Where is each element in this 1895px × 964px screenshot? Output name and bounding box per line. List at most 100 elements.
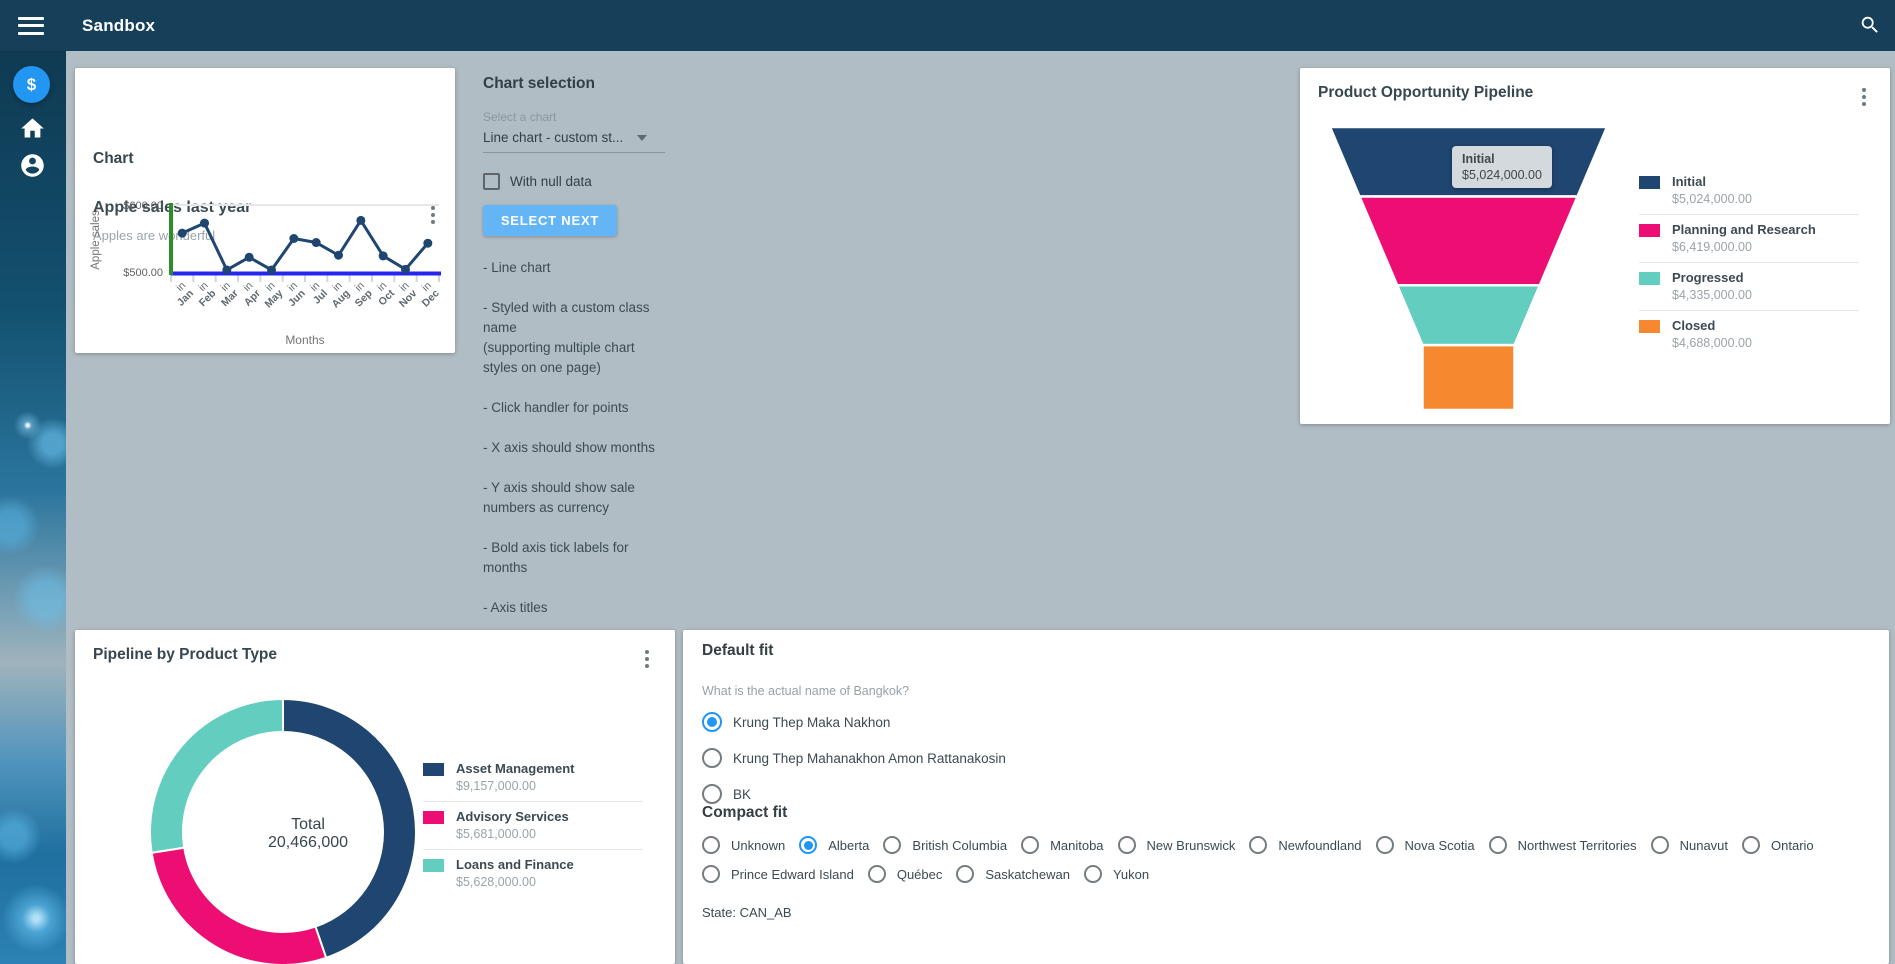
svg-text:Months: Months — [285, 333, 324, 347]
chevron-down-icon — [637, 135, 647, 141]
sidebar-item-account[interactable] — [19, 152, 46, 179]
radio-option-british-columbia[interactable]: British Columbia — [883, 836, 1007, 854]
radio-label: Krung Thep Maka Nakhon — [733, 715, 890, 730]
funnel-legend: Initial$5,024,000.00Planning and Researc… — [1639, 167, 1859, 358]
radio-icon[interactable] — [1651, 836, 1669, 854]
radio-icon[interactable] — [1249, 836, 1267, 854]
default-fit-radio-group: Krung Thep Maka Nakhon Krung Thep Mahanak… — [702, 712, 1870, 804]
donut-total-value: 20,466,000 — [208, 834, 408, 852]
radio-option-krung-thep-maka-nakhon[interactable]: Krung Thep Maka Nakhon — [702, 712, 1870, 732]
app-bar: Sandbox — [0, 0, 1895, 51]
svg-text:$600.00: $600.00 — [123, 200, 163, 212]
radio-icon[interactable] — [868, 865, 886, 883]
search-icon[interactable] — [1859, 14, 1881, 41]
radio-option-bk[interactable]: BK — [702, 784, 1870, 804]
radio-label: Newfoundland — [1278, 838, 1361, 853]
more-options-icon[interactable] — [1858, 84, 1870, 110]
legend-item[interactable]: Progressed$4,335,000.00 — [1639, 263, 1859, 311]
radio-icon[interactable] — [883, 836, 901, 854]
radio-option-ontario[interactable]: Ontario — [1742, 836, 1814, 854]
radio-icon[interactable] — [1742, 836, 1760, 854]
radio-label: Québec — [897, 867, 943, 882]
radio-option-nunavut[interactable]: Nunavut — [1651, 836, 1728, 854]
legend-swatch — [423, 763, 444, 776]
funnel-chart[interactable] — [1300, 68, 1640, 424]
radio-option-yukon[interactable]: Yukon — [1084, 865, 1149, 883]
sandbox-app: Sandbox $ Chart Apple sales last year Ap… — [0, 0, 1895, 964]
chart-note: - Click handler for points — [483, 398, 665, 418]
radio-icon[interactable] — [702, 748, 722, 768]
radio-option-manitoba[interactable]: Manitoba — [1021, 836, 1103, 854]
null-data-checkbox-row[interactable]: With null data — [483, 173, 665, 190]
legend-label: Closed — [1672, 318, 1752, 333]
legend-swatch — [1639, 224, 1660, 237]
legend-value: $5,024,000.00 — [1672, 192, 1752, 206]
radio-icon[interactable] — [702, 836, 720, 854]
default-fit-heading: Default fit — [702, 642, 1870, 660]
apple-sales-line-chart[interactable]: $600.00$500.00inJaninFebinMarinAprinMayi… — [83, 186, 453, 353]
radio-option-alberta[interactable]: Alberta — [799, 836, 869, 854]
legend-item[interactable]: Closed $4,688,000.00 — [1639, 311, 1859, 358]
radio-option-saskatchewan[interactable]: Saskatchewan — [956, 865, 1070, 883]
svg-text:inJan: inJan — [167, 280, 196, 309]
checkbox[interactable] — [483, 173, 500, 190]
radio-icon[interactable] — [1376, 836, 1394, 854]
radio-icon[interactable] — [1118, 836, 1136, 854]
radio-option-prince-edward-island[interactable]: Prince Edward Island — [702, 865, 854, 883]
radio-selected-icon[interactable] — [799, 836, 817, 854]
legend-value: $4,335,000.00 — [1672, 288, 1752, 302]
radio-label: British Columbia — [912, 838, 1007, 853]
sidebar-item-home[interactable] — [19, 115, 46, 142]
radio-option-newfoundland[interactable]: Newfoundland — [1249, 836, 1361, 854]
radio-label: Alberta — [828, 838, 869, 853]
card-title: Chart — [93, 150, 133, 168]
legend-swatch — [423, 859, 444, 872]
select-label: Select a chart — [483, 110, 665, 124]
chart-note: - Styled with a custom class name (suppo… — [483, 298, 665, 378]
radio-icon[interactable] — [1021, 836, 1039, 854]
svg-text:inOct: inOct — [368, 279, 397, 308]
radio-icon[interactable] — [1489, 836, 1507, 854]
menu-icon[interactable] — [18, 17, 44, 35]
radio-icon[interactable] — [702, 865, 720, 883]
chart-note: - Axis titles — [483, 598, 665, 618]
legend-item[interactable]: Planning and Research$6,419,000.00 — [1639, 215, 1859, 263]
radio-label: Unknown — [731, 838, 785, 853]
legend-item[interactable]: Initial$5,024,000.00 — [1639, 167, 1859, 215]
radio-option-nova-scotia[interactable]: Nova Scotia — [1376, 836, 1475, 854]
chart-selection-panel: Chart selection Select a chart Line char… — [483, 75, 665, 638]
line-chart-card: Chart Apple sales last year Apples are w… — [75, 68, 455, 353]
more-options-icon[interactable] — [641, 646, 653, 672]
sidebar-item-sales[interactable]: $ — [13, 66, 50, 103]
tooltip-label: Initial — [1462, 152, 1542, 166]
radio-icon[interactable] — [956, 865, 974, 883]
dollar-icon: $ — [27, 75, 36, 95]
svg-text:inJul: inJul — [303, 280, 330, 307]
legend-item[interactable]: Asset Management$9,157,000.00 — [423, 754, 643, 802]
radio-option-krung-thep-mahanakhon-amon-rattanakosin[interactable]: Krung Thep Mahanakhon Amon Rattanakosin — [702, 748, 1870, 768]
radio-icon[interactable] — [702, 784, 722, 804]
radio-option-unknown[interactable]: Unknown — [702, 836, 785, 854]
chart-note: - Y axis should show sale numbers as cur… — [483, 478, 665, 518]
chart-notes: - Line chart - Styled with a custom class… — [483, 258, 665, 618]
radio-selected-icon[interactable] — [702, 712, 722, 732]
radio-option-qu-bec[interactable]: Québec — [868, 865, 943, 883]
radio-icon[interactable] — [1084, 865, 1102, 883]
donut-chart-card: Pipeline by Product Type Total 20,466,00… — [75, 630, 675, 964]
radio-option-new-brunswick[interactable]: New Brunswick — [1118, 836, 1236, 854]
legend-item[interactable]: Advisory Services$5,681,000.00 — [423, 802, 643, 850]
chart-tooltip: Initial $5,024,000.00 — [1452, 146, 1552, 188]
legend-value: $5,628,000.00 — [456, 875, 574, 889]
chart-select-dropdown[interactable]: Line chart - custom st... — [483, 130, 665, 153]
account-icon — [19, 152, 46, 179]
legend-item[interactable]: Loans and Finance$5,628,000.00 — [423, 850, 643, 897]
radio-label: Saskatchewan — [985, 867, 1070, 882]
chart-note: - X axis should show months — [483, 438, 665, 458]
checkbox-label: With null data — [510, 174, 592, 189]
radio-groups-card: Default fit What is the actual name of B… — [683, 630, 1889, 964]
chart-note: - Line chart — [483, 258, 665, 278]
sidebar-nav: $ — [0, 51, 66, 964]
radio-option-northwest-territories[interactable]: Northwest Territories — [1489, 836, 1637, 854]
select-next-button[interactable]: SELECT NEXT — [483, 205, 617, 236]
legend-value: $4,688,000.00 — [1672, 336, 1752, 350]
